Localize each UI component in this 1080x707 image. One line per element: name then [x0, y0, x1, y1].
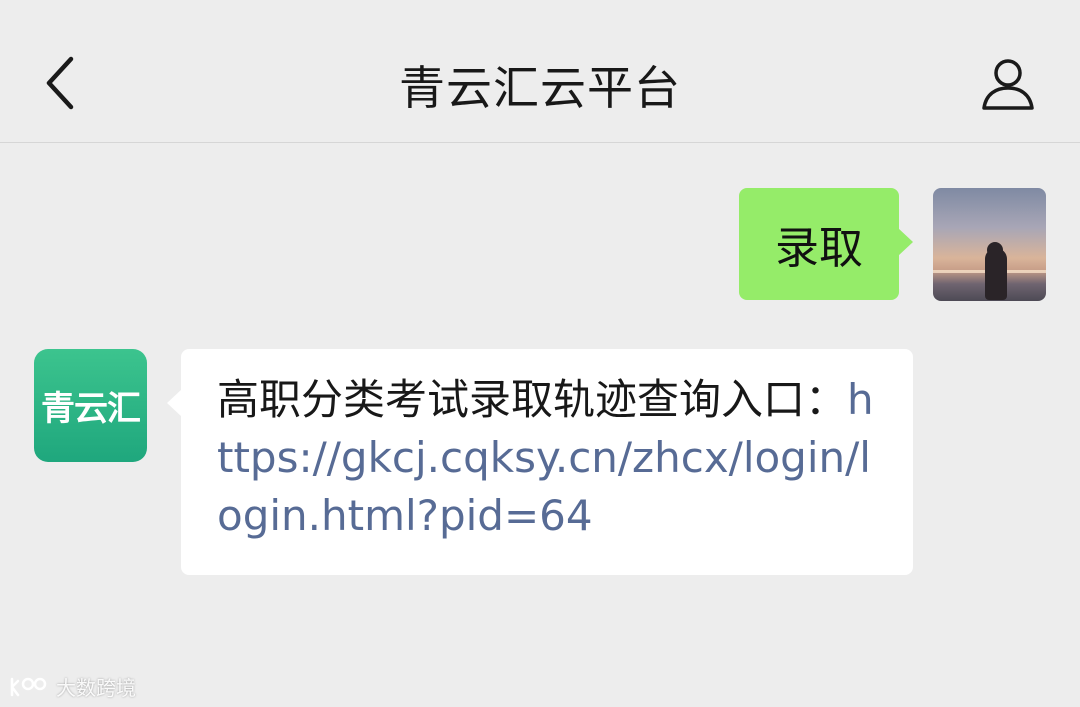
chat-title: 青云汇云平台 — [399, 61, 681, 115]
user-avatar[interactable] — [933, 188, 1046, 301]
chat-header: 青云汇云平台 — [0, 0, 1080, 143]
sender-avatar[interactable]: 青云汇 — [34, 349, 147, 462]
outgoing-message: 录取 — [739, 188, 1046, 301]
brand-logo-icon — [10, 677, 47, 696]
chat-screen: 青云汇云平台 录取 青云汇 高职分类考试录取轨迹查询入口：https://gkc… — [0, 0, 1080, 707]
profile-button[interactable] — [976, 50, 1040, 118]
incoming-message: 青云汇 高职分类考试录取轨迹查询入口：https://gkcj.cqksy.cn… — [34, 349, 913, 575]
watermark-text: 大数跨境 — [56, 676, 136, 700]
sender-avatar-logo: 青云汇 — [41, 389, 141, 429]
incoming-bubble: 高职分类考试录取轨迹查询入口：https://gkcj.cqksy.cn/zhc… — [167, 349, 913, 575]
incoming-text: 高职分类考试录取轨迹查询入口： — [217, 375, 848, 424]
outgoing-bubble[interactable]: 录取 — [739, 188, 913, 300]
person-icon — [982, 59, 1034, 110]
watermark: 大数跨境 — [8, 672, 136, 701]
outgoing-text: 录取 — [775, 223, 863, 274]
